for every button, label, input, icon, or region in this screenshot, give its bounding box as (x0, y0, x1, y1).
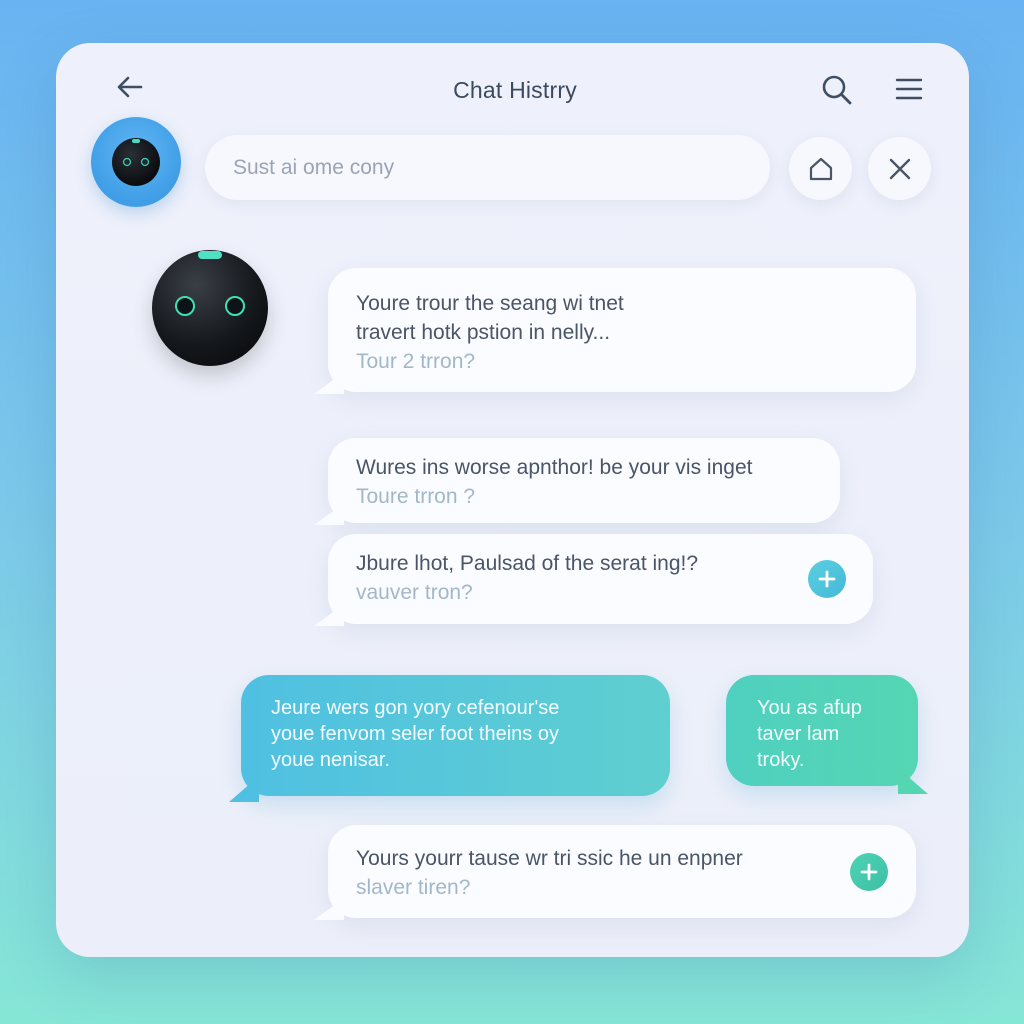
close-button[interactable] (868, 137, 931, 200)
plus-icon (818, 570, 836, 588)
close-icon (889, 158, 910, 179)
message-bubble-outgoing[interactable]: Jeure wers gon yory cefenour'se youe fen… (229, 675, 670, 802)
robot-face-icon (112, 138, 160, 186)
message-bubble-incoming[interactable]: Yours yourr tause wr tri ssic he un enpn… (314, 825, 916, 920)
add-reply-button[interactable] (850, 853, 888, 891)
message-text: Wures ins worse apnthor! be your vis ing… (356, 456, 753, 479)
search-input[interactable]: Sust ai ome cony (205, 135, 770, 200)
message-subtext: Tour 2 trron? (356, 350, 476, 373)
message-subtext: Toure trron ? (356, 485, 476, 508)
home-icon (809, 157, 832, 180)
home-button[interactable] (789, 137, 852, 200)
message-bubble-incoming[interactable]: Youre trour the seang wi tnet travert ho… (314, 268, 916, 394)
search-placeholder: Sust ai ome cony (233, 155, 395, 179)
message-bubble-incoming[interactable]: Jbure lhot, Paulsad of the serat ing!? v… (314, 534, 873, 626)
message-text: You as afup (757, 697, 862, 719)
message-text: Jbure lhot, Paulsad of the serat ing!? (356, 552, 699, 575)
message-bubble-outgoing[interactable]: You as afup taver lam troky. (726, 675, 928, 794)
message-text: Yours yourr tause wr tri ssic he un enpn… (356, 847, 743, 870)
plus-icon (860, 863, 878, 881)
message-text: taver lam (757, 723, 840, 745)
message-text: youe fenvom seler foot theins oy (271, 723, 559, 745)
message-text: troky. (757, 749, 805, 771)
robot-eyes-icon (175, 296, 245, 316)
hamburger-menu-icon (895, 78, 923, 100)
menu-button[interactable] (894, 75, 924, 105)
message-subtext: vauver tron? (356, 581, 473, 604)
message-bubble-incoming[interactable]: Wures ins worse apnthor! be your vis ing… (314, 438, 840, 525)
message-text: Jeure wers gon yory cefenour'se (271, 697, 560, 719)
user-avatar[interactable] (91, 117, 181, 207)
message-text: youe nenisar. (271, 749, 390, 771)
bot-avatar (152, 250, 268, 366)
search-button[interactable] (820, 73, 854, 107)
message-text: travert hotk pstion in nelly... (356, 321, 611, 344)
page-title: Chat Histrry (453, 77, 577, 103)
message-text: Youre trour the seang wi tnet (356, 292, 624, 315)
add-reply-button[interactable] (808, 560, 846, 598)
arrow-left-icon (117, 76, 143, 98)
back-button[interactable] (115, 72, 145, 102)
search-icon (822, 75, 852, 105)
message-subtext: slaver tiren? (356, 876, 471, 899)
